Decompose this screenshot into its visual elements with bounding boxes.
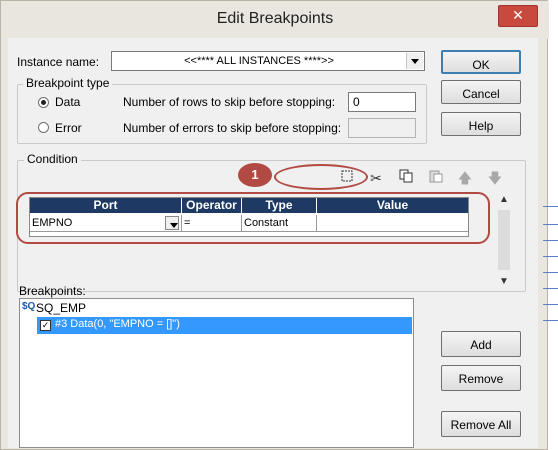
callout-highlight-ring — [274, 164, 368, 190]
error-radio-label: Error — [55, 121, 82, 135]
background-line — [543, 224, 558, 225]
background-line — [543, 206, 558, 207]
background-line — [543, 256, 558, 257]
cancel-label: Cancel — [462, 87, 500, 101]
instance-name-value: <<**** ALL INSTANCES ****>> — [184, 55, 334, 67]
list-item[interactable]: ✓ #3 Data(0, "EMPNO = []") — [37, 317, 412, 334]
paste-icon[interactable] — [427, 169, 445, 187]
background-line — [543, 272, 558, 273]
instance-name-select[interactable]: <<**** ALL INSTANCES ****>> — [111, 51, 425, 71]
checkbox-checked-icon[interactable]: ✓ — [40, 320, 51, 331]
remove-all-button[interactable]: Remove All — [441, 411, 521, 437]
ok-button[interactable]: OK — [441, 50, 521, 74]
help-button[interactable]: Help — [441, 112, 521, 136]
rows-skip-label: Number of rows to skip before stopping: — [123, 95, 336, 109]
breakpoint-type-title: Breakpoint type — [23, 76, 113, 90]
callout-badge: 1 — [238, 163, 272, 187]
add-label: Add — [470, 338, 492, 352]
errors-skip-input[interactable] — [348, 118, 416, 138]
move-down-icon[interactable]: 🡇 — [486, 169, 504, 187]
breakpoints-label: Breakpoints: — [19, 284, 86, 298]
scroll-up-icon[interactable]: ▲ — [496, 192, 512, 208]
scrollbar-track[interactable] — [498, 210, 510, 270]
condition-scrollbar[interactable]: ▲ ▼ — [496, 190, 512, 290]
background-line — [543, 288, 558, 289]
remove-label: Remove — [458, 372, 504, 386]
add-button[interactable]: Add — [441, 331, 521, 357]
chevron-down-icon[interactable] — [406, 53, 423, 69]
error-radio[interactable] — [38, 122, 49, 133]
condition-title: Condition — [24, 152, 81, 166]
grid-highlight-ring — [16, 192, 490, 244]
window-title: Edit Breakpoints — [216, 10, 334, 27]
cut-icon[interactable]: ✂ — [367, 169, 385, 187]
cancel-button[interactable]: Cancel — [441, 80, 521, 104]
remove-button[interactable]: Remove — [441, 365, 521, 391]
scroll-down-icon[interactable]: ▼ — [496, 274, 512, 290]
breakpoint-item-label: #3 Data(0, "EMPNO = []") — [55, 318, 180, 330]
remove-all-label: Remove All — [450, 418, 512, 432]
ok-label: OK — [472, 58, 490, 72]
background-line — [543, 240, 558, 241]
source-qualifier-icon: $Q — [22, 301, 36, 312]
breakpoints-list[interactable]: $Q SQ_EMP ✓ #3 Data(0, "EMPNO = []") — [19, 298, 414, 448]
data-radio[interactable] — [38, 97, 49, 108]
close-button[interactable]: ✕ — [498, 5, 538, 27]
rows-skip-input[interactable]: 0 — [348, 92, 416, 112]
move-up-icon[interactable]: 🡅 — [456, 169, 474, 187]
errors-skip-label: Number of errors to skip before stopping… — [123, 121, 342, 135]
background-line — [543, 320, 558, 321]
copy-icon[interactable] — [397, 169, 415, 187]
background-line — [543, 304, 558, 305]
tree-node-label: SQ_EMP — [36, 301, 87, 315]
help-label: Help — [468, 119, 494, 133]
close-icon: ✕ — [512, 7, 524, 23]
instance-name-label: Instance name: — [17, 55, 100, 69]
title-bar: Edit Breakpoints ✕ — [1, 1, 549, 39]
data-radio-label: Data — [55, 95, 81, 109]
